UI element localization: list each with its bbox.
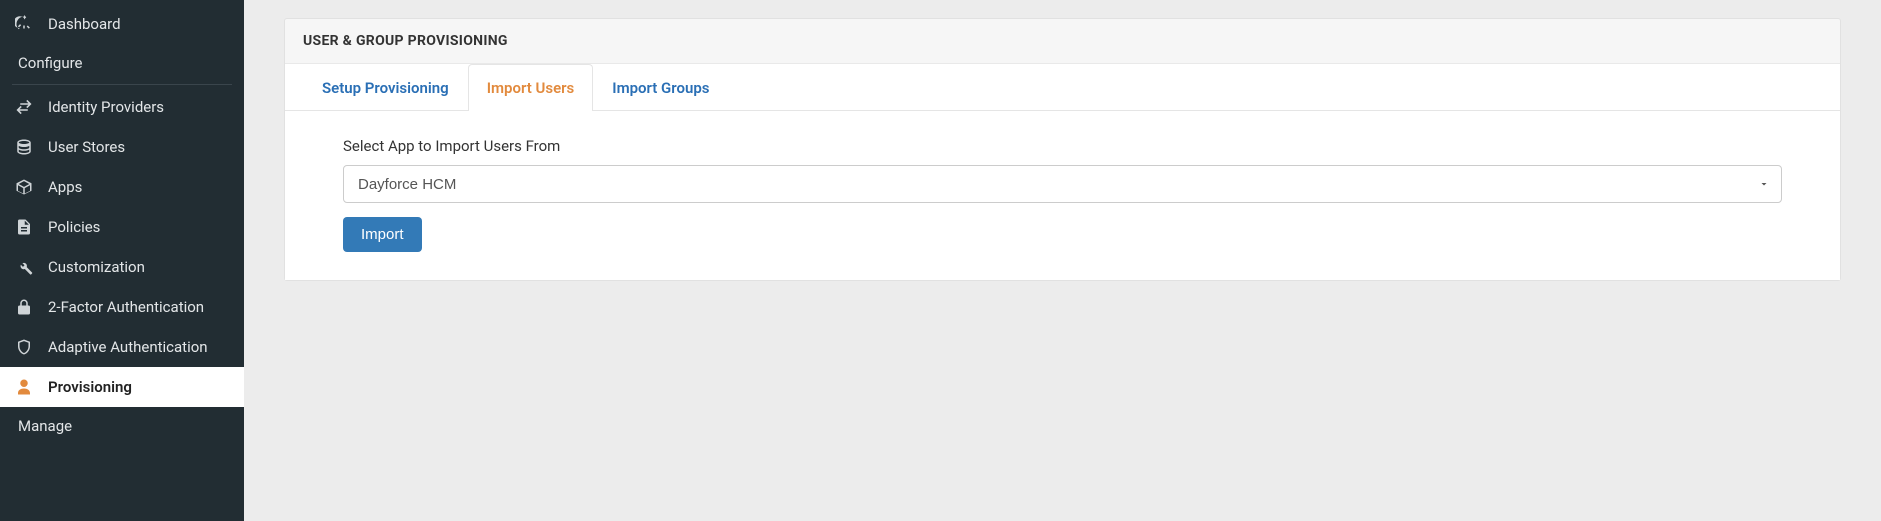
select-app-label: Select App to Import Users From — [343, 137, 1782, 155]
tabs: Setup Provisioning Import Users Import G… — [285, 64, 1840, 111]
sidebar-item-2fa[interactable]: 2-Factor Authentication — [0, 287, 244, 327]
sidebar-divider — [12, 84, 232, 85]
sidebar-section-configure: Configure — [0, 44, 244, 82]
sidebar-item-dashboard[interactable]: Dashboard — [0, 4, 244, 44]
select-app-dropdown[interactable]: Dayforce HCM — [343, 165, 1782, 203]
sidebar-item-label: Provisioning — [48, 378, 132, 396]
swap-icon — [14, 97, 34, 117]
sidebar-item-apps[interactable]: Apps — [0, 167, 244, 207]
user-icon — [14, 377, 34, 397]
sidebar-item-label: Adaptive Authentication — [48, 338, 208, 356]
import-users-panel: Select App to Import Users From Dayforce… — [303, 111, 1822, 256]
import-button[interactable]: Import — [343, 217, 422, 252]
sidebar-item-label: Dashboard — [48, 15, 121, 33]
sidebar-item-label: Apps — [48, 178, 82, 196]
sidebar-item-user-stores[interactable]: User Stores — [0, 127, 244, 167]
sidebar-item-adaptive-auth[interactable]: Adaptive Authentication — [0, 327, 244, 367]
sidebar-item-customization[interactable]: Customization — [0, 247, 244, 287]
sidebar-item-identity-providers[interactable]: Identity Providers — [0, 87, 244, 127]
sidebar: Dashboard Configure Identity Providers U… — [0, 0, 244, 521]
sidebar-item-label: Customization — [48, 258, 145, 276]
main-content: USER & GROUP PROVISIONING Setup Provisio… — [244, 0, 1881, 521]
sidebar-section-manage: Manage — [0, 407, 244, 445]
document-icon — [14, 217, 34, 237]
lock-icon — [14, 297, 34, 317]
provisioning-card: USER & GROUP PROVISIONING Setup Provisio… — [284, 18, 1841, 281]
box-icon — [14, 177, 34, 197]
sidebar-item-label: 2-Factor Authentication — [48, 298, 204, 316]
tab-import-users[interactable]: Import Users — [468, 64, 594, 111]
sidebar-item-label: User Stores — [48, 138, 125, 156]
wrench-icon — [14, 257, 34, 277]
tab-setup-provisioning[interactable]: Setup Provisioning — [303, 64, 468, 111]
page-title: USER & GROUP PROVISIONING — [285, 19, 1840, 63]
sidebar-item-policies[interactable]: Policies — [0, 207, 244, 247]
database-icon — [14, 137, 34, 157]
shield-icon — [14, 337, 34, 357]
sidebar-item-provisioning[interactable]: Provisioning — [0, 367, 244, 407]
sidebar-item-label: Identity Providers — [48, 98, 164, 116]
tab-import-groups[interactable]: Import Groups — [593, 64, 728, 111]
dashboard-icon — [14, 14, 34, 34]
sidebar-item-label: Policies — [48, 218, 100, 236]
